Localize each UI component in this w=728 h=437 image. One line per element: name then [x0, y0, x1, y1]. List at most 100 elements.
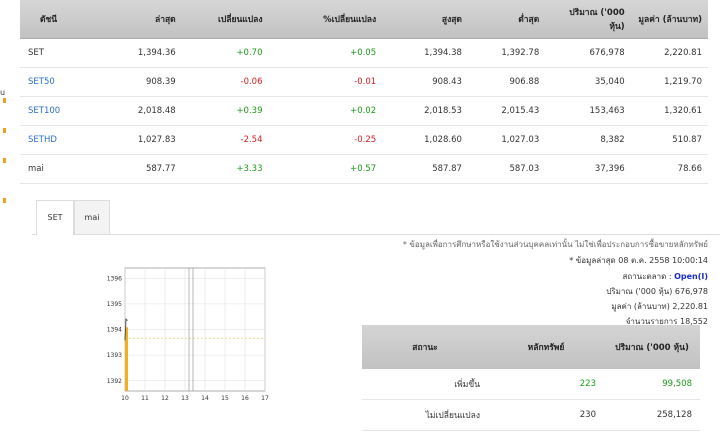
chart-x-tick-label: 12	[161, 395, 169, 402]
left-sidebar-edge: u	[0, 0, 14, 437]
cell-value: 78.66	[630, 154, 708, 184]
cell-high: 1,028.60	[382, 125, 468, 155]
cell-volume: 8,382	[545, 125, 631, 155]
cell-high: 2,018.53	[382, 96, 468, 126]
intraday-chart: 1392 1393 1394 1395 1396 10 11 12 13 14 15 16 17	[107, 267, 269, 402]
chart-x-tick-label: 11	[141, 395, 149, 402]
cell-last: 1,394.36	[108, 38, 182, 68]
col-last: ล่าสุด	[108, 0, 182, 39]
index-table-header: ดัชนี ล่าสุด เปลี่ยนแปลง %เปลี่ยนแปลง สู…	[20, 0, 708, 39]
cell-volume: 153,463	[545, 96, 631, 126]
cell-pct: -0.25	[268, 125, 383, 155]
disclaimer-note: * ข้อมูลเพื่อการศึกษาหรือใช้งานส่วนบุคคล…	[402, 240, 708, 249]
table-row: ไม่เปลี่ยนแปลง 230 258,128	[362, 399, 700, 431]
col-status: สถานะ	[362, 325, 488, 369]
market-volume: ปริมาณ ('000 หุ้น) 676,978	[606, 287, 708, 296]
index-name[interactable]: SETHD	[20, 125, 109, 155]
chart-data-point	[125, 318, 127, 320]
row-securities: 223	[488, 369, 604, 400]
cell-change: -0.06	[181, 67, 269, 97]
chart-y-tick-label: 1395	[107, 301, 122, 308]
index-name: SET	[20, 38, 109, 68]
cell-low: 587.03	[467, 154, 546, 184]
row-status: ไม่เปลี่ยนแปลง	[362, 399, 488, 431]
row-volume: 258,128	[604, 399, 700, 431]
index-name[interactable]: SET100	[20, 96, 109, 126]
chart-y-tick-label: 1394	[107, 327, 122, 334]
index-name: mai	[20, 154, 109, 184]
left-menu-marker-icon	[3, 158, 6, 163]
cell-low: 2,015.43	[467, 96, 546, 126]
cell-value: 510.87	[630, 125, 708, 155]
cell-last: 908.39	[108, 67, 182, 97]
index-name[interactable]: SET50	[20, 67, 109, 97]
chart-y-tick-label: 1396	[107, 275, 122, 282]
cell-pct: +0.02	[268, 96, 383, 126]
chart-x-tick-label: 15	[221, 395, 229, 402]
advance-decline-header: สถานะ หลักทรัพย์ ปริมาณ ('000 หุ้น)	[362, 325, 700, 369]
cell-low: 1,392.78	[467, 38, 546, 68]
cell-pct: +0.05	[268, 38, 383, 68]
tab-mai[interactable]: mai	[74, 200, 110, 234]
cell-change: +3.33	[181, 154, 269, 184]
cell-high: 908.43	[382, 67, 468, 97]
cell-change: -2.54	[181, 125, 269, 155]
chart-x-tick-label: 17	[261, 395, 269, 402]
table-row: mai 587.77 +3.33 +0.57 587.87 587.03 37,396 78.…	[20, 154, 708, 184]
col-index: ดัชนี	[20, 0, 109, 39]
tab-set[interactable]: SET	[36, 200, 74, 235]
col-pct-change: %เปลี่ยนแปลง	[268, 0, 383, 39]
cell-value: 1,320.61	[630, 96, 708, 126]
market-status-label: สถานะตลาด :	[622, 272, 672, 281]
left-menu-marker-icon	[3, 198, 6, 203]
col-volume: ปริมาณ ('000 หุ้น)	[545, 0, 631, 39]
cell-last: 2,018.48	[108, 96, 182, 126]
cell-pct: +0.57	[268, 154, 383, 184]
row-securities: 230	[488, 399, 604, 431]
chart-data-point	[124, 339, 126, 341]
chart-data-point	[126, 319, 128, 321]
cell-pct: -0.01	[268, 67, 383, 97]
cell-volume: 37,396	[545, 154, 631, 184]
chart-y-tick-label: 1392	[107, 378, 122, 385]
cell-volume: 35,040	[545, 67, 631, 97]
table-row: SET50 908.39 -0.06 -0.01 908.43 906.88 35,040 1…	[20, 67, 708, 97]
cell-value: 2,220.81	[630, 38, 708, 68]
col-low: ต่ำสุด	[467, 0, 546, 39]
col-change: เปลี่ยนแปลง	[181, 0, 269, 39]
table-row: SET 1,394.36 +0.70 +0.05 1,394.38 1,392.78 676…	[20, 38, 708, 68]
chart-x-tick-label: 13	[181, 395, 189, 402]
advance-decline-table: สถานะ หลักทรัพย์ ปริมาณ ('000 หุ้น) เพิ่…	[362, 325, 700, 431]
chart-x-tick-label: 16	[241, 395, 249, 402]
chart-x-tick-label: 10	[121, 395, 129, 402]
cell-last: 587.77	[108, 154, 182, 184]
left-menu-marker-icon	[3, 128, 6, 133]
chart-x-tick-label: 14	[201, 395, 209, 402]
table-row: SETHD 1,027.83 -2.54 -0.25 1,028.60 1,027.03 8…	[20, 125, 708, 155]
last-updated: * ข้อมูลล่าสุด 08 ต.ค. 2558 10:00:14	[569, 256, 708, 265]
col-value: มูลค่า (ล้านบาท)	[630, 0, 708, 39]
col-securities: หลักทรัพย์	[488, 325, 604, 369]
cell-high: 587.87	[382, 154, 468, 184]
row-volume: 99,508	[604, 369, 700, 400]
cell-high: 1,394.38	[382, 38, 468, 68]
cell-volume: 676,978	[545, 38, 631, 68]
market-status: สถานะตลาด : Open(I)	[623, 270, 709, 283]
market-status-value: Open(I)	[674, 272, 708, 281]
cell-low: 906.88	[467, 67, 546, 97]
col-high: สูงสุด	[382, 0, 468, 39]
cell-change: +0.39	[181, 96, 269, 126]
table-row: SET100 2,018.48 +0.39 +0.02 2,018.53 2,015.43…	[20, 96, 708, 126]
row-status: เพิ่มขึ้น	[362, 369, 488, 400]
chart-y-tick-label: 1393	[107, 352, 122, 359]
left-menu-fragment: u	[0, 88, 6, 97]
col-sub-volume: ปริมาณ ('000 หุ้น)	[604, 325, 700, 369]
cell-change: +0.70	[181, 38, 269, 68]
left-menu-marker-icon	[3, 98, 6, 103]
cell-low: 1,027.03	[467, 125, 546, 155]
market-value: มูลค่า (ล้านบาท) 2,220.81	[611, 302, 708, 311]
cell-last: 1,027.83	[108, 125, 182, 155]
cell-value: 1,219.70	[630, 67, 708, 97]
table-row: เพิ่มขึ้น 223 99,508	[362, 369, 700, 400]
market-tabs: SET mai	[32, 200, 720, 235]
